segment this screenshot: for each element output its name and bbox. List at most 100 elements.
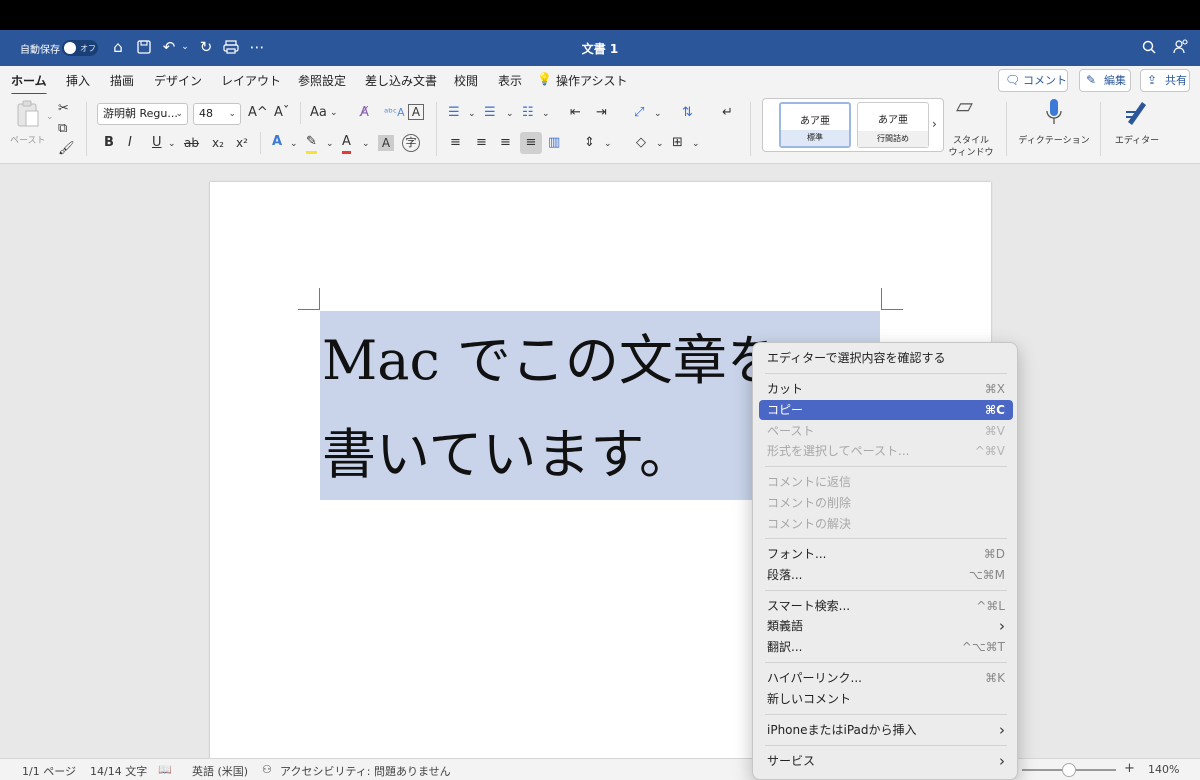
menu-item-translate[interactable]: 翻訳... ^⌥⌘T	[759, 637, 1013, 657]
grow-font-button[interactable]: A^	[248, 104, 268, 122]
chevron-down-icon[interactable]: ⌄	[290, 135, 298, 153]
menu-item-font[interactable]: フォント... ⌘D	[759, 544, 1013, 564]
justify-icon[interactable]: ≡	[520, 132, 542, 154]
chevron-down-icon[interactable]: ⌄	[692, 135, 700, 153]
editor-icon[interactable]	[1124, 98, 1150, 132]
shading-icon[interactable]: ◇	[636, 134, 646, 152]
menu-item-editor-check[interactable]: エディターで選択内容を確認する	[759, 348, 1013, 368]
distributed-icon[interactable]: ▥	[548, 134, 560, 152]
enclosed-character-icon[interactable]: 字	[402, 134, 420, 152]
share-button[interactable]: ⇪ 共有	[1140, 69, 1190, 92]
subscript-button[interactable]: x₂	[212, 134, 224, 152]
font-color-icon[interactable]: A	[342, 133, 351, 154]
align-left-icon[interactable]: ≡	[450, 134, 461, 152]
decrease-indent-icon[interactable]: ⇤	[570, 104, 581, 122]
accessibility-icon[interactable]: ⚇	[262, 763, 272, 776]
language-status[interactable]: 英語 (米国)	[192, 763, 248, 779]
editor-label[interactable]: エディター	[1110, 132, 1164, 150]
tab-draw[interactable]: 描画	[110, 72, 134, 89]
change-case-button[interactable]: Aa	[310, 104, 327, 122]
superscript-button[interactable]: x²	[236, 134, 248, 152]
multilevel-list-icon[interactable]: ☷	[522, 104, 534, 122]
zoom-level[interactable]: 140%	[1148, 763, 1179, 776]
shrink-font-button[interactable]: Aˇ	[274, 104, 289, 122]
style-window-label-2[interactable]: ウィンドウ	[946, 144, 996, 162]
increase-indent-icon[interactable]: ⇥	[596, 104, 607, 122]
format-painter-icon[interactable]: 🖌	[58, 140, 75, 158]
line-spacing-icon[interactable]: ⇕	[584, 134, 595, 152]
chevron-down-icon[interactable]: ⌄	[542, 105, 550, 123]
menu-item-resolve-comment[interactable]: コメントの解決	[759, 514, 1013, 534]
chevron-down-icon[interactable]: ⌄	[604, 135, 612, 153]
menu-item-copy[interactable]: コピー ⌘C	[759, 400, 1013, 420]
sort-icon[interactable]: ⇅	[682, 104, 693, 122]
word-count[interactable]: 14/14 文字	[90, 763, 147, 779]
style-no-spacing[interactable]: あア亜 行間詰め	[857, 102, 929, 148]
align-center-icon[interactable]: ≡	[476, 134, 487, 152]
tab-tell-me[interactable]: 操作アシスト	[556, 72, 628, 89]
menu-item-services[interactable]: サービス ›	[759, 751, 1013, 771]
chevron-down-icon[interactable]: ⌄	[330, 104, 338, 122]
menu-item-delete-comment[interactable]: コメントの削除	[759, 493, 1013, 513]
align-right-icon[interactable]: ≡	[500, 134, 511, 152]
menu-item-smart-lookup[interactable]: スマート検索... ^⌘L	[759, 596, 1013, 616]
menu-item-synonyms[interactable]: 類義語 ›	[759, 616, 1013, 636]
menu-item-paste-special[interactable]: 形式を選択してペースト... ^⌘V	[759, 441, 1013, 461]
style-normal[interactable]: あア亜 標準	[779, 102, 851, 148]
asian-layout-icon[interactable]: ⤢	[634, 104, 644, 122]
borders-icon[interactable]: ⊞	[672, 134, 683, 152]
chevron-down-icon[interactable]: ⌄	[326, 135, 334, 153]
tab-references[interactable]: 参照設定	[298, 72, 346, 89]
font-size-combo[interactable]: 48 ⌄	[193, 103, 241, 125]
chevron-down-icon[interactable]: ⌄	[654, 105, 662, 123]
chevron-down-icon[interactable]: ⌄	[506, 105, 514, 123]
underline-button[interactable]: U	[152, 134, 162, 152]
bold-button[interactable]: B	[104, 134, 114, 152]
italic-button[interactable]: I	[128, 134, 132, 152]
menu-item-hyperlink[interactable]: ハイパーリンク... ⌘K	[759, 668, 1013, 688]
menu-item-paragraph[interactable]: 段落... ⌥⌘M	[759, 565, 1013, 585]
phonetic-guide-icon[interactable]: ᵃᵇᶜA	[384, 104, 405, 122]
paste-button[interactable]	[14, 100, 42, 130]
tab-mailings[interactable]: 差し込み文書	[365, 72, 437, 89]
tab-view[interactable]: 表示	[498, 72, 522, 89]
font-name-combo[interactable]: 游明朝 Regu... ⌄	[97, 103, 188, 125]
style-window-icon[interactable]: ▱	[956, 96, 973, 118]
search-icon[interactable]	[1140, 38, 1158, 56]
edit-button[interactable]: ✎ 編集	[1079, 69, 1131, 92]
highlight-icon[interactable]: ✎	[306, 133, 317, 154]
menu-item-cut[interactable]: カット ⌘X	[759, 379, 1013, 399]
text-effects-icon[interactable]: A	[272, 133, 282, 151]
clear-format-icon[interactable]: A̸	[360, 104, 369, 122]
chevron-down-icon[interactable]: ⌄	[468, 105, 476, 123]
accessibility-status[interactable]: アクセシビリティ: 問題ありません	[280, 763, 451, 779]
page-count[interactable]: 1/1 ページ	[22, 763, 76, 779]
character-shading-icon[interactable]: A	[378, 135, 394, 151]
tab-insert[interactable]: 挿入	[66, 72, 90, 89]
enclose-character-icon[interactable]: A	[408, 104, 424, 120]
numbering-icon[interactable]: ☰	[484, 104, 496, 122]
lightbulb-icon[interactable]: 💡	[537, 72, 552, 86]
chevron-right-icon[interactable]: ›	[932, 115, 937, 133]
zoom-slider-thumb[interactable]	[1062, 763, 1076, 777]
tab-review[interactable]: 校閲	[454, 72, 478, 89]
bullets-icon[interactable]: ☰	[448, 104, 460, 122]
tab-design[interactable]: デザイン	[154, 72, 202, 89]
menu-item-new-comment[interactable]: 新しいコメント	[759, 689, 1013, 709]
chevron-down-icon[interactable]: ⌄	[656, 135, 664, 153]
share-people-icon[interactable]	[1172, 38, 1190, 56]
cut-icon[interactable]: ✂	[58, 100, 69, 118]
dictation-label[interactable]: ディクテーション	[1016, 132, 1092, 150]
microphone-icon[interactable]	[1044, 98, 1064, 132]
comment-button[interactable]: 🗨 コメント	[998, 69, 1068, 92]
chevron-down-icon[interactable]: ⌄	[362, 135, 370, 153]
proofing-icon[interactable]: 📖	[158, 763, 172, 776]
zoom-slider[interactable]	[1022, 763, 1116, 777]
tab-layout[interactable]: レイアウト	[221, 72, 281, 89]
paste-dropdown-icon[interactable]: ⌄	[46, 108, 54, 126]
show-marks-icon[interactable]: ↵	[722, 104, 733, 122]
tab-home[interactable]: ホーム	[11, 72, 47, 96]
chevron-down-icon[interactable]: ⌄	[168, 135, 176, 153]
copy-icon[interactable]: ⧉	[58, 120, 67, 138]
menu-item-reply-comment[interactable]: コメントに返信	[759, 472, 1013, 492]
